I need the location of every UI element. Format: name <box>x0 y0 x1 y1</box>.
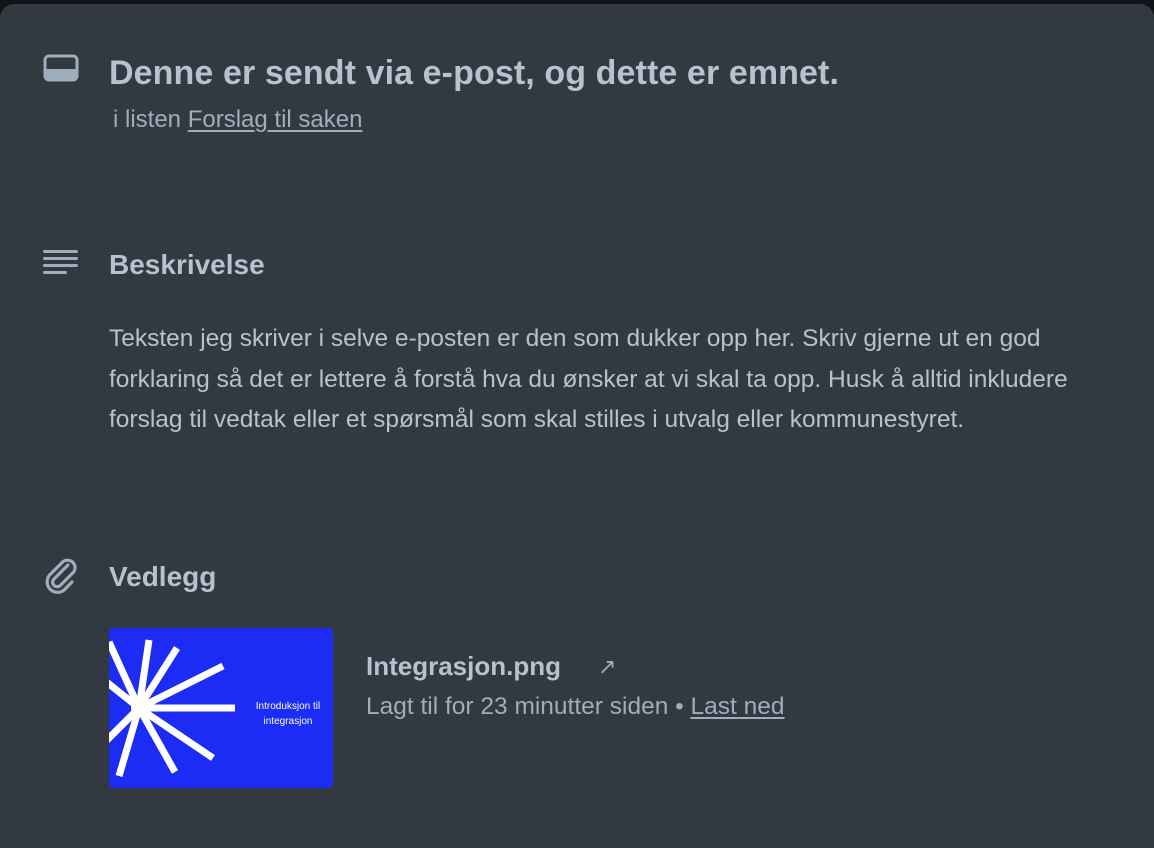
download-link[interactable]: Last ned <box>691 693 785 720</box>
card-icon <box>42 50 80 88</box>
attachment-file-name[interactable]: Integrasjon.png <box>366 648 561 684</box>
attachment-thumbnail[interactable]: Introduksjon til integrasjon <box>109 628 333 788</box>
paperclip-icon <box>42 556 80 594</box>
list-info: i listen Forslag til saken <box>113 104 362 136</box>
card-title[interactable]: Denne er sendt via e-post, og dette er e… <box>109 51 839 95</box>
attachments-heading: Vedlegg <box>109 561 217 592</box>
description-heading: Beskrivelse <box>109 249 265 280</box>
attachment-added-text: Lagt til for 23 minutter siden <box>366 693 669 720</box>
open-external-icon[interactable]: ↗ <box>598 652 616 682</box>
meta-separator: • <box>675 693 684 720</box>
thumbnail-caption: Introduksjon til integrasjon <box>255 701 321 727</box>
attachment-meta: Lagt til for 23 minutter siden • Last ne… <box>366 689 785 725</box>
card-detail-panel: Denne er sendt via e-post, og dette er e… <box>0 4 1154 848</box>
list-link[interactable]: Forslag til saken <box>188 106 363 133</box>
description-text[interactable]: Teksten jeg skriver i selve e-posten er … <box>109 319 1139 441</box>
list-prefix: i listen <box>113 106 182 133</box>
description-lines-icon <box>42 245 80 283</box>
